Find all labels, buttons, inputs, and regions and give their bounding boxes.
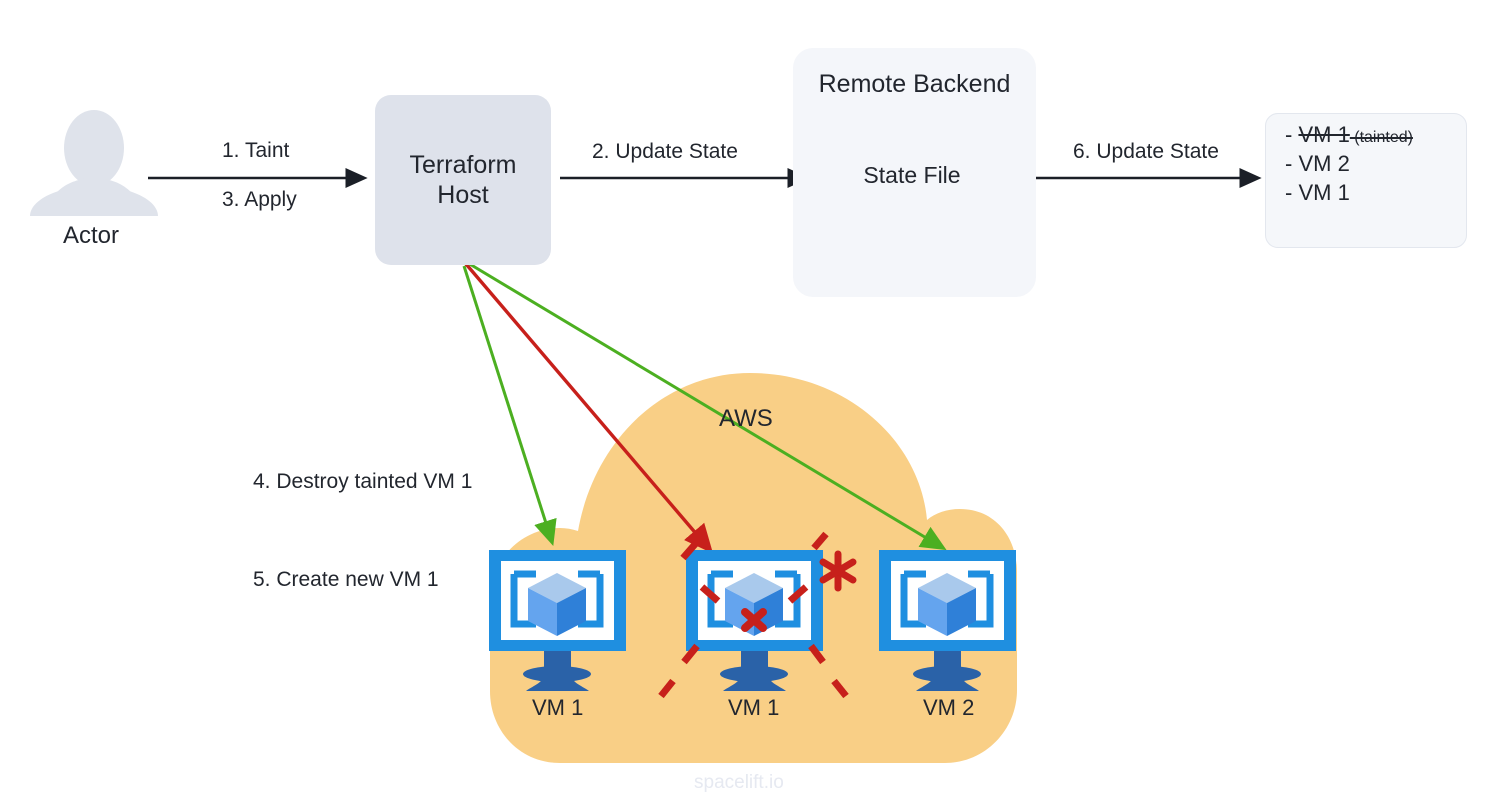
remote-backend-title: Remote Backend	[818, 70, 1011, 98]
arrow-create-vm1	[462, 265, 557, 547]
watermark: spacelift.io	[694, 772, 784, 793]
terraform-host-label-line1: Terraform	[409, 150, 517, 179]
step-4-5-labels: 4. Destroy tainted VM 1 5. Create new VM…	[253, 401, 472, 661]
actor-label: Actor	[63, 222, 120, 249]
state-list-item-2-bullet: -	[1285, 151, 1293, 177]
diagram-canvas: Actor Terraform Host Remote Backend Stat…	[0, 0, 1500, 810]
vm-label-left: VM 1	[532, 695, 584, 720]
person-icon	[30, 110, 158, 216]
step-1-taint-label: 1. Taint	[222, 139, 290, 162]
state-list-item-2: - VM 2	[1285, 149, 1485, 178]
state-list-item-2-text: VM 2	[1298, 151, 1350, 177]
vm-label-middle: VM 1	[728, 695, 780, 720]
state-list-item-1-bullet: -	[1285, 122, 1293, 147]
state-list-item-3-bullet: -	[1285, 180, 1293, 206]
step-2-update-state-label: 2. Update State	[592, 140, 738, 163]
step-5-create-label: 5. Create new VM 1	[253, 567, 439, 591]
state-list-item-1: - VM 1 (tainted)	[1285, 120, 1485, 149]
step-4-destroy-label: 4. Destroy tainted VM 1	[253, 470, 473, 494]
step-6-update-state-label: 6. Update State	[1073, 140, 1219, 163]
state-list-item-1-text: VM 1	[1298, 122, 1350, 147]
aws-cloud-label: AWS	[719, 405, 773, 432]
state-list-item-1-suffix: (tainted)	[1349, 129, 1413, 146]
vm-label-right: VM 2	[923, 695, 975, 720]
state-list: - VM 1 (tainted) - VM 2 - VM 1	[1285, 120, 1485, 207]
step-3-apply-label: 3. Apply	[222, 188, 297, 211]
state-file-label: State File	[863, 161, 961, 188]
terraform-host-box[interactable]: Terraform Host	[375, 95, 551, 265]
terraform-host-label-line2: Host	[437, 181, 489, 209]
state-list-item-3: - VM 1	[1285, 178, 1485, 207]
state-list-item-3-text: VM 1	[1298, 180, 1350, 206]
